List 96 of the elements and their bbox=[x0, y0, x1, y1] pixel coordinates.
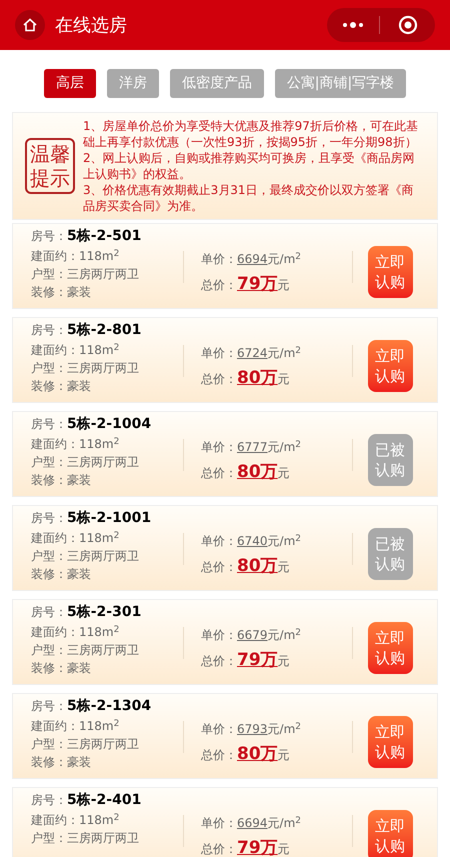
more-icon bbox=[342, 22, 364, 28]
decoration-text: 装修：豪装 bbox=[31, 284, 92, 301]
notice-text: 1、房屋单价总价为享受特大优惠及推荐97折后价格，可在此基础上再享付款优惠（一次性93折，按揭95折，一年分期98折） bbox=[83, 118, 419, 150]
decoration-text: 装修：豪装 bbox=[31, 378, 92, 395]
decoration-text: 装修：豪装 bbox=[31, 660, 92, 677]
subscribe-button[interactable]: 已被认购 bbox=[368, 434, 412, 486]
area-text: 建面约：118m$^{2}$ bbox=[31, 248, 120, 265]
room-number: 5栋-2-301 bbox=[67, 603, 142, 621]
subscribe-button[interactable]: 立即认购 bbox=[368, 340, 412, 392]
unit-text: 元/m$^{2}$ bbox=[268, 250, 302, 268]
layout-text: 户型：三房两厅两卫 bbox=[31, 548, 140, 565]
category-tab[interactable]: 公寓|商铺|写字楼 bbox=[274, 69, 406, 98]
subscribe-button[interactable]: 立即认购 bbox=[368, 622, 412, 674]
room-number: 5栋-2-1001 bbox=[67, 509, 152, 527]
total-price-label: 总价： bbox=[201, 653, 237, 670]
currency-text: 元 bbox=[278, 747, 290, 764]
layout-text: 户型：三房两厅两卫 bbox=[31, 642, 140, 659]
layout-text: 户型：三房两厅两卫 bbox=[31, 360, 140, 377]
area-text: 建面约：118m$^{2}$ bbox=[31, 436, 120, 453]
total-price-label: 总价： bbox=[201, 747, 237, 764]
room-label: 房号： bbox=[31, 416, 67, 433]
room-label: 房号： bbox=[31, 604, 67, 621]
area-text: 建面约：118m$^{2}$ bbox=[31, 812, 120, 829]
total-price: 80万 bbox=[237, 367, 278, 390]
area-text: 建面约：118m$^{2}$ bbox=[31, 342, 120, 359]
unit-text: 元/m$^{2}$ bbox=[268, 344, 302, 362]
room-label: 房号： bbox=[31, 698, 67, 715]
total-price: 80万 bbox=[237, 555, 278, 578]
layout-text: 户型：三房两厅两卫 bbox=[31, 830, 140, 847]
area-text: 建面约：118m$^{2}$ bbox=[31, 718, 120, 735]
subscribe-button[interactable]: 立即认购 bbox=[368, 716, 412, 768]
layout-text: 户型：三房两厅两卫 bbox=[31, 454, 140, 471]
unit-text: 元/m$^{2}$ bbox=[268, 532, 302, 550]
category-tab[interactable]: 高层 bbox=[44, 69, 96, 98]
room-number: 5栋-2-1004 bbox=[67, 415, 152, 433]
home-button[interactable] bbox=[15, 10, 45, 40]
notice-text: 3、价格优惠有效期截止3月31日，最终成交价以双方签署《商品房买卖合同》为准。 bbox=[83, 182, 415, 214]
unit-text: 元/m$^{2}$ bbox=[268, 720, 302, 738]
currency-text: 元 bbox=[278, 371, 290, 388]
total-price: 79万 bbox=[237, 837, 278, 857]
currency-text: 元 bbox=[278, 653, 290, 670]
room-label: 房号： bbox=[31, 322, 67, 339]
room-number: 5栋-2-801 bbox=[67, 321, 142, 339]
subscribe-button[interactable]: 立即认购 bbox=[368, 246, 412, 298]
unit-price-label: 单价： bbox=[201, 627, 237, 644]
room-label: 房号： bbox=[31, 792, 67, 809]
page-title: 在线选房 bbox=[55, 14, 127, 38]
total-price-label: 总价： bbox=[201, 841, 237, 857]
room-number: 5栋-2-401 bbox=[67, 791, 142, 809]
currency-text: 元 bbox=[278, 841, 290, 857]
unit-price: 6777 bbox=[237, 439, 268, 456]
layout-text: 户型：三房两厅两卫 bbox=[31, 266, 140, 283]
unit-price-label: 单价： bbox=[201, 533, 237, 550]
total-price-label: 总价： bbox=[201, 465, 237, 482]
unit-price: 6793 bbox=[237, 721, 268, 738]
area-text: 建面约：118m$^{2}$ bbox=[31, 624, 120, 641]
unit-price-label: 单价： bbox=[201, 251, 237, 268]
decoration-text: 装修：豪装 bbox=[31, 754, 92, 771]
category-tab[interactable]: 低密度产品 bbox=[170, 69, 264, 98]
room-number: 5栋-2-501 bbox=[67, 227, 142, 245]
total-price-label: 总价： bbox=[201, 277, 237, 294]
unit-price: 6694 bbox=[237, 251, 268, 268]
total-price: 79万 bbox=[237, 649, 278, 672]
unit-price-label: 单价： bbox=[201, 815, 237, 832]
subscribe-button[interactable]: 已被认购 bbox=[368, 528, 412, 580]
notice-badge: 温馨提示 bbox=[25, 138, 75, 194]
unit-price: 6679 bbox=[237, 627, 268, 644]
currency-text: 元 bbox=[278, 277, 290, 294]
unit-price-label: 单价： bbox=[201, 439, 237, 456]
unit-price-label: 单价： bbox=[201, 345, 237, 362]
unit-text: 元/m$^{2}$ bbox=[268, 814, 302, 832]
layout-text: 户型：三房两厅两卫 bbox=[31, 736, 140, 753]
unit-price: 6724 bbox=[237, 345, 268, 362]
total-price-label: 总价： bbox=[201, 371, 237, 388]
total-price: 80万 bbox=[237, 743, 278, 766]
room-label: 房号： bbox=[31, 228, 67, 245]
notice-text: 2、网上认购后，自购或推荐购买均可换房，且享受《商品房网上认购书》的权益。 bbox=[83, 150, 416, 182]
room-number: 5栋-2-1304 bbox=[67, 697, 152, 715]
home-icon bbox=[23, 18, 37, 32]
currency-text: 元 bbox=[278, 465, 290, 482]
unit-price-label: 单价： bbox=[201, 721, 237, 738]
currency-text: 元 bbox=[278, 559, 290, 576]
unit-text: 元/m$^{2}$ bbox=[268, 626, 302, 644]
subscribe-button[interactable]: 立即认购 bbox=[368, 810, 412, 857]
decoration-text: 装修：豪装 bbox=[31, 566, 92, 583]
total-price: 79万 bbox=[237, 273, 278, 296]
area-text: 建面约：118m$^{2}$ bbox=[31, 530, 120, 547]
unit-price: 6694 bbox=[237, 815, 268, 832]
decoration-text: 装修：豪装 bbox=[31, 472, 92, 489]
unit-text: 元/m$^{2}$ bbox=[268, 438, 302, 456]
unit-price: 6740 bbox=[237, 533, 268, 550]
room-label: 房号： bbox=[31, 510, 67, 527]
category-tab[interactable]: 洋房 bbox=[106, 69, 159, 98]
total-price-label: 总价： bbox=[201, 559, 237, 576]
total-price: 80万 bbox=[237, 461, 278, 484]
close-icon bbox=[398, 15, 418, 35]
